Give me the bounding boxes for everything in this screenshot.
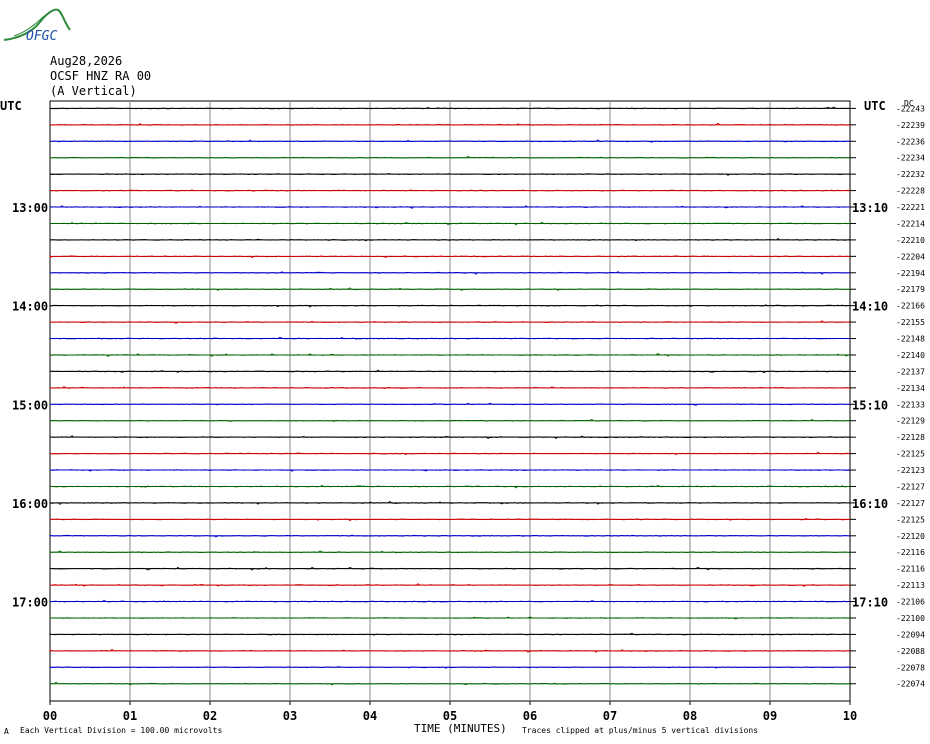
dc-offset-label: -22236 <box>896 137 925 146</box>
scale-note: Each Vertical Division = 100.00 microvol… <box>20 726 223 735</box>
dc-offset-label: -22179 <box>896 285 925 294</box>
dc-offset-label: -22113 <box>896 581 925 590</box>
right-time-label: 16:10 <box>852 497 888 511</box>
dc-offset-label: -22239 <box>896 121 925 130</box>
dc-offset-label: -22123 <box>896 466 925 475</box>
dc-offset-label: -22243 <box>896 104 925 113</box>
right-time-label: 17:10 <box>852 596 888 610</box>
dc-offset-label: -22127 <box>896 499 925 508</box>
dc-offset-label: -22133 <box>896 400 925 409</box>
dc-offset-label: -22140 <box>896 351 925 360</box>
dc-offset-label: -22120 <box>896 532 925 541</box>
corner-mark: A <box>4 727 9 736</box>
dc-offset-label: -22148 <box>896 335 925 344</box>
left-time-label: 16:00 <box>12 497 48 511</box>
helicorder-plot: -22243 -22239 -22236 -22234 -22232 -22228 -222… <box>12 100 925 723</box>
dc-offset-label: -22155 <box>896 318 925 327</box>
dc-offset-label: -22125 <box>896 515 925 524</box>
right-time-label: 15:10 <box>852 398 888 412</box>
dc-offset-label: -22228 <box>896 187 925 196</box>
dc-offset-label: -22234 <box>896 154 925 163</box>
dc-offset-label: -22078 <box>896 663 925 672</box>
dc-offset-label: -22106 <box>896 598 925 607</box>
right-time-label: 14:10 <box>852 300 888 314</box>
left-time-label: 15:00 <box>12 398 48 412</box>
x-tick-label: 06 <box>523 709 537 723</box>
dc-offset-label: -22116 <box>896 565 925 574</box>
x-tick-label: 02 <box>203 709 217 723</box>
dc-offset-label: -22232 <box>896 170 925 179</box>
x-tick-label: 03 <box>283 709 297 723</box>
x-tick-label: 08 <box>683 709 697 723</box>
left-time-label: 13:00 <box>12 201 48 215</box>
dc-offset-label: -22137 <box>896 367 925 376</box>
dc-offset-label: -22210 <box>896 236 925 245</box>
dc-offset-label: -22194 <box>896 269 925 278</box>
dc-offset-label: -22127 <box>896 482 925 491</box>
dc-offset-label: -22128 <box>896 433 925 442</box>
left-time-label: 14:00 <box>12 300 48 314</box>
dc-offset-label: -22125 <box>896 450 925 459</box>
right-time-label: 13:10 <box>852 201 888 215</box>
dc-offset-label: -22094 <box>896 630 925 639</box>
dc-offset-label: -22100 <box>896 614 925 623</box>
dc-offset-label: -22166 <box>896 302 925 311</box>
left-time-label: 17:00 <box>12 596 48 610</box>
x-tick-label: 09 <box>763 709 777 723</box>
x-axis-label: TIME (MINUTES) <box>414 722 507 735</box>
x-tick-label: 01 <box>123 709 137 723</box>
clip-note: Traces clipped at plus/minus 5 vertical … <box>522 726 759 735</box>
dc-offset-label: -22204 <box>896 252 925 261</box>
dc-offset-label: -22134 <box>896 384 925 393</box>
dc-offset-label: -22129 <box>896 417 925 426</box>
x-tick-label: 05 <box>443 709 457 723</box>
dc-offset-label: -22214 <box>896 219 925 228</box>
dc-offset-label: -22074 <box>896 680 925 689</box>
x-tick-label: 00 <box>43 709 57 723</box>
x-tick-label: 04 <box>363 709 377 723</box>
x-tick-label: 07 <box>603 709 617 723</box>
dc-offset-label: -22116 <box>896 548 925 557</box>
x-tick-label: 10 <box>843 709 857 723</box>
dc-offset-label: -22221 <box>896 203 925 212</box>
dc-offset-label: -22088 <box>896 647 925 656</box>
